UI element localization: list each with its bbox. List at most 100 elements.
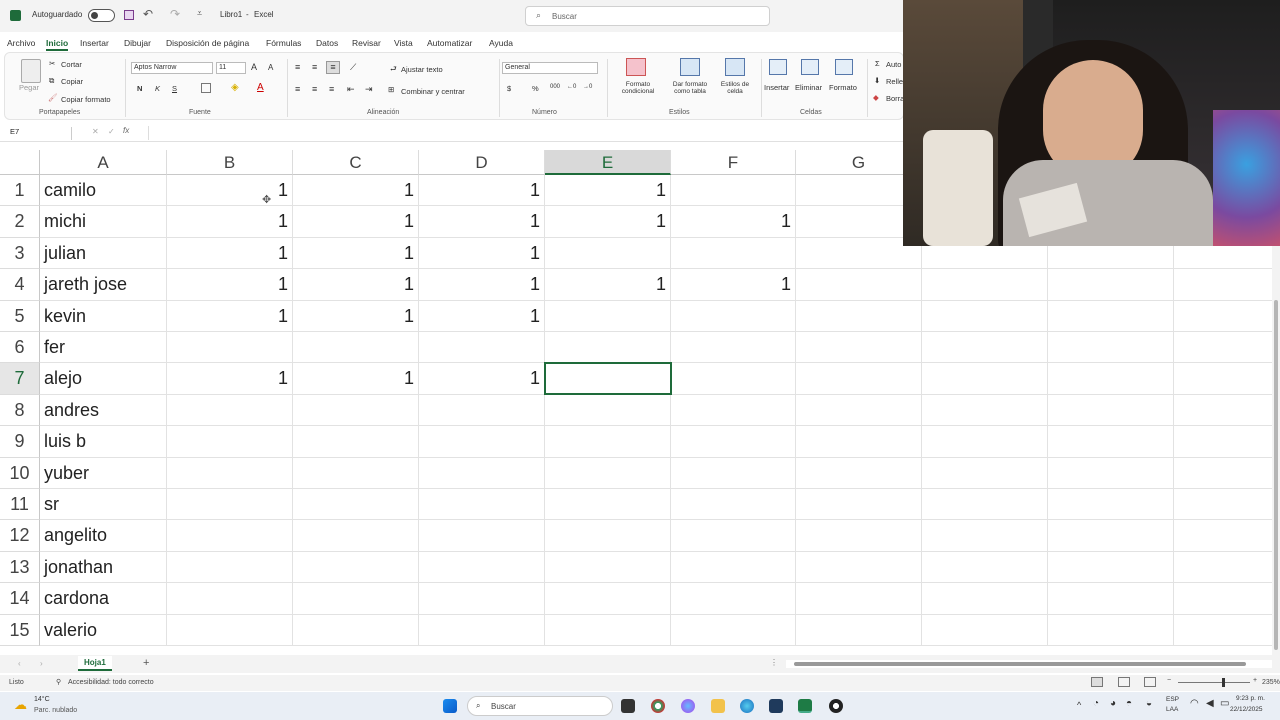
tab-automatizar[interactable]: Automatizar [427, 38, 472, 48]
cell-b4[interactable]: 1 [167, 269, 293, 301]
cell-j6[interactable] [1174, 332, 1272, 364]
cell-a8[interactable]: andres [40, 394, 167, 427]
cell-a6[interactable]: fer [40, 332, 167, 364]
merge-center-button[interactable]: Combinar y centrar [401, 87, 465, 96]
cell-i4[interactable] [1048, 269, 1174, 301]
cell-a5[interactable]: kevin [40, 300, 167, 332]
task-view-icon[interactable] [621, 699, 635, 713]
cell-c15[interactable] [293, 614, 419, 646]
cell-f8[interactable] [671, 394, 796, 427]
cell-g8[interactable] [796, 394, 922, 427]
cell-h8[interactable] [922, 394, 1048, 427]
cell-d6[interactable] [419, 332, 545, 364]
redo-icon[interactable]: ↷ [170, 7, 180, 21]
cell-e5[interactable] [545, 300, 671, 332]
tab-formulas[interactable]: Fórmulas [266, 38, 301, 48]
cell-b12[interactable] [167, 520, 293, 552]
cell-i12[interactable] [1048, 520, 1174, 552]
cell-b5[interactable]: 1 [167, 300, 293, 332]
align-top-icon[interactable]: ≡ [295, 62, 300, 72]
row-header-8[interactable]: 8 [0, 394, 40, 427]
cell-c9[interactable] [293, 426, 419, 458]
tab-ayuda[interactable]: Ayuda [489, 38, 513, 48]
italic-button[interactable]: K [155, 84, 160, 93]
column-header-f[interactable]: F [671, 150, 796, 175]
underline-button[interactable]: S [172, 84, 177, 93]
cell-g13[interactable] [796, 551, 922, 584]
horizontal-scroll-thumb[interactable] [794, 662, 1246, 666]
cell-c1[interactable]: 1 [293, 175, 419, 207]
column-header-e[interactable]: E [545, 150, 671, 175]
cell-h12[interactable] [922, 520, 1048, 552]
tab-archivo[interactable]: Archivo [7, 38, 35, 48]
cell-d9[interactable] [419, 426, 545, 458]
cell-e11[interactable] [545, 489, 671, 521]
format-as-table-button[interactable]: Dar formato como tabla [665, 81, 715, 95]
cell-d12[interactable] [419, 520, 545, 552]
align-middle-icon[interactable]: ≡ [312, 62, 317, 72]
cell-j5[interactable] [1174, 301, 1272, 332]
zoom-level[interactable]: 235% [1262, 679, 1280, 686]
cell-i10[interactable] [1048, 457, 1174, 489]
clock-date[interactable]: 22/12/2025 [1230, 706, 1263, 713]
row-header-15[interactable]: 15 [0, 614, 40, 646]
cell-b3[interactable]: 1 [167, 237, 293, 270]
weather-icon[interactable]: ☁ [14, 697, 27, 713]
cell-c10[interactable] [293, 457, 419, 489]
column-header-c[interactable]: C [293, 150, 419, 175]
autosave-toggle[interactable] [88, 9, 115, 22]
column-header-b[interactable]: B [167, 150, 293, 175]
clear-button[interactable]: Borra [886, 94, 904, 103]
cell-g10[interactable] [796, 457, 922, 489]
cell-h11[interactable] [922, 489, 1048, 521]
increase-indent-icon[interactable]: ⇥ [365, 84, 373, 95]
format-cells-button[interactable]: Formato [829, 83, 857, 92]
cell-e1[interactable]: 1 [545, 175, 671, 207]
tray-chevron-icon[interactable]: ^ [1077, 700, 1081, 710]
font-color-icon[interactable]: A [257, 82, 264, 93]
cell-e6[interactable] [545, 332, 671, 364]
borders-icon[interactable] [201, 83, 211, 93]
shrink-font-icon[interactable]: A [268, 63, 273, 72]
cell-b15[interactable] [167, 614, 293, 646]
save-icon[interactable] [124, 10, 134, 20]
cell-g11[interactable] [796, 489, 922, 521]
format-painter-button[interactable]: Copiar formato [61, 95, 111, 104]
decrease-indent-icon[interactable]: ⇤ [347, 84, 355, 95]
cell-e12[interactable] [545, 520, 671, 552]
edge-icon[interactable] [740, 699, 754, 713]
cell-j7[interactable] [1174, 363, 1272, 395]
cell-g6[interactable] [796, 332, 922, 364]
store-icon[interactable] [769, 699, 783, 713]
sheet-tab-hoja1[interactable]: Hoja1 [78, 656, 112, 671]
delete-cells-button[interactable]: Eliminar [795, 83, 822, 92]
cell-f5[interactable] [671, 300, 796, 332]
row-header-12[interactable]: 12 [0, 520, 40, 552]
cell-c12[interactable] [293, 520, 419, 552]
cell-f7[interactable] [671, 363, 796, 395]
decrease-decimal-icon[interactable]: →0 [583, 84, 592, 90]
cell-c13[interactable] [293, 551, 419, 584]
row-header-9[interactable]: 9 [0, 426, 40, 458]
row-header-1[interactable]: 1 [0, 175, 40, 207]
cell-a14[interactable]: cardona [40, 583, 167, 615]
autosum-button[interactable]: Auto [886, 60, 901, 69]
cell-e8[interactable] [545, 394, 671, 427]
volume-icon[interactable]: ◀ [1206, 698, 1214, 709]
cell-f12[interactable] [671, 520, 796, 552]
customize-quick-access-icon[interactable]: ⩡ [197, 8, 202, 19]
cell-h6[interactable] [922, 332, 1048, 364]
prev-sheet-icon[interactable]: ‹ [18, 659, 21, 668]
cell-e2[interactable]: 1 [545, 206, 671, 238]
cell-f11[interactable] [671, 489, 796, 521]
align-bottom-icon[interactable]: ≡ [326, 61, 340, 74]
cell-d7[interactable]: 1 [419, 363, 545, 395]
font-name-select[interactable]: Aptos Narrow [131, 62, 213, 74]
cell-c14[interactable] [293, 583, 419, 615]
cell-i9[interactable] [1048, 426, 1174, 458]
cell-c11[interactable] [293, 489, 419, 521]
font-size-select[interactable]: 11 [216, 62, 246, 74]
cell-h9[interactable] [922, 426, 1048, 458]
cell-a11[interactable]: sr [40, 489, 167, 521]
cell-j8[interactable] [1174, 395, 1272, 427]
